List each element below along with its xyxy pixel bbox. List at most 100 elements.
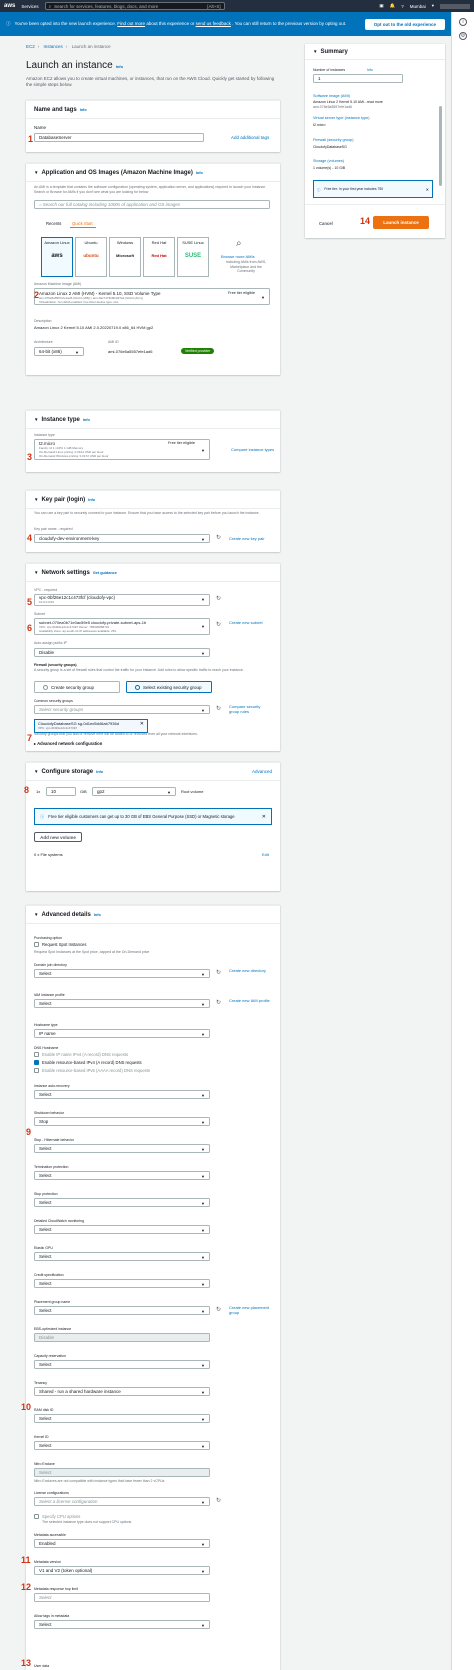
placement-group-select[interactable]: Select ▼ [34,1306,210,1315]
file-systems-edit-link[interactable]: Edit [262,852,269,857]
get-guidance-link[interactable]: Get guidance [93,571,117,575]
advanced-info-link[interactable]: Info [94,913,101,917]
cancel-button[interactable]: Cancel [319,221,333,226]
help-icon[interactable]: ? [401,4,404,9]
number-of-instances-input[interactable]: 1 [313,74,403,83]
license-configuration-select[interactable]: Select a license configuration ▼ [34,1497,210,1506]
ami-tile-ubuntu[interactable]: Ubuntu ubuntu [75,237,107,277]
metadata-accessible-select[interactable]: Enabled ▼ [34,1539,210,1548]
refresh-icon[interactable]: ↻ [216,969,221,976]
architecture-select[interactable]: 64-bit (x86) ▼ [34,347,84,356]
kernel-id-select[interactable]: Select ▼ [34,1441,210,1450]
tenancy-select[interactable]: Shared - run a shared hardware instance ▼ [34,1387,210,1396]
request-spot-checkbox[interactable]: Request Spot Instances [34,942,86,947]
compare-instance-types-link[interactable]: Compare instance types [231,447,274,452]
instance-type-select[interactable]: t2.micro Family: t2 1 vCPU 1 GiB Memory … [34,439,210,460]
summary-info-link[interactable]: Info [367,68,373,72]
refresh-icon[interactable]: ↻ [216,999,221,1006]
ami-tile-suse[interactable]: SUSE Linux SUSE [177,237,209,277]
ami-search-input[interactable]: ⌕ Search our full catalog including 1000… [34,200,270,209]
caret-down-icon[interactable]: ▼ [313,49,317,54]
breadcrumb-instances[interactable]: Instances [44,44,63,49]
region-selector[interactable]: Mumbai [410,4,426,9]
metadata-hop-limit-input[interactable]: Select [34,1593,210,1602]
shutdown-behavior-select[interactable]: Stop ▼ [34,1117,210,1126]
name-input[interactable]: DatabaseServer [34,133,204,142]
notifications-icon[interactable]: 🔔 [390,3,396,9]
cloudshell-icon[interactable]: ▣ [379,3,383,9]
summary-instance-type-link[interactable]: Virtual server type (instance type) [313,116,370,120]
ami-tile-amazon-linux[interactable]: Amazon Linux aws [41,237,73,277]
allow-tags-metadata-select[interactable]: Select ▼ [34,1620,210,1629]
refresh-icon[interactable]: ↻ [216,621,221,628]
create-directory-link[interactable]: Create new directory [229,968,274,973]
elastic-gpu-select[interactable]: Select ▼ [34,1252,210,1261]
domain-join-select[interactable]: Select ▼ [34,969,210,978]
auto-assign-public-ip-select[interactable]: Disable ▼ [34,648,210,657]
launch-instance-button[interactable]: Launch instance [373,216,429,229]
caret-down-icon[interactable]: ▼ [34,497,38,502]
iam-instance-profile-select[interactable]: Select ▼ [34,999,210,1008]
capacity-reservation-select[interactable]: Select ▼ [34,1360,210,1369]
nitro-enclave-select[interactable]: Select [34,1468,210,1477]
ami-tile-windows[interactable]: Windows Microsoft [109,237,141,277]
global-search-input[interactable]: ⌕ Search for services, features, blogs, … [44,2,225,10]
close-icon[interactable]: ✕ [426,187,429,192]
remove-token-icon[interactable]: ✕ [140,722,144,727]
caret-down-icon[interactable]: ▼ [34,170,38,175]
select-existing-security-group-option[interactable]: Select existing security group [126,681,212,693]
ram-disk-select[interactable]: Select ▼ [34,1414,210,1423]
browse-more-amis-link[interactable]: Browse more AMIs [221,254,255,259]
name-tags-info-link[interactable]: Info [80,108,87,112]
services-menu[interactable]: Services [21,4,38,9]
send-feedback-link[interactable]: send us feedback [196,21,231,26]
volume-type-select[interactable]: gp2 ▼ [92,787,176,796]
instance-type-info-link[interactable]: Info [83,418,90,422]
specify-cpu-options-checkbox[interactable]: Specify CPU options [34,1514,80,1519]
compare-security-group-rules-link[interactable]: Compare security group rules [229,704,269,714]
ami-select[interactable]: Amazon Linux 2 AMI (HVM) - Kernel 5.10, … [34,288,270,305]
stop-protection-select[interactable]: Select ▼ [34,1198,210,1207]
dns-ip-name-checkbox[interactable]: Enable IP name IPv4 (A record) DNS reque… [34,1052,128,1057]
summary-firewall-link[interactable]: Firewall (security group) [313,138,354,142]
caret-down-icon[interactable]: ▼ [34,912,38,917]
page-info-link[interactable]: Info [116,64,123,69]
auto-recovery-select[interactable]: Select ▼ [34,1090,210,1099]
summary-scrollbar[interactable] [439,106,442,186]
account-menu[interactable] [440,3,470,9]
dns-resource-ipv6-checkbox[interactable]: Enable resource-based IPv6 (AAAA record)… [34,1068,150,1073]
add-new-volume-button[interactable]: Add new volume [34,832,82,842]
refresh-icon[interactable]: ↻ [216,1306,221,1313]
create-placement-group-link[interactable]: Create new placement group [229,1305,274,1315]
create-key-pair-link[interactable]: Create new key pair [229,536,265,541]
close-icon[interactable]: ✕ [262,814,266,820]
refresh-icon[interactable]: ↻ [216,595,221,602]
key-pair-info-link[interactable]: Info [88,498,95,502]
metadata-version-select[interactable]: V1 and V2 (token optional) ▼ [34,1566,210,1575]
settings-icon[interactable]: ⚙ [459,32,467,40]
create-iam-profile-link[interactable]: Create new IAM profile [229,998,274,1003]
caret-down-icon[interactable]: ▼ [34,570,38,575]
tab-quick-start[interactable]: Quick Start [72,221,93,226]
hostname-type-select[interactable]: IP name ▼ [34,1029,210,1038]
caret-down-icon[interactable]: ▼ [34,417,38,422]
info-panel-icon[interactable]: i [459,18,467,26]
refresh-icon[interactable]: ↻ [216,705,221,712]
dns-resource-ipv4-checkbox[interactable]: Enable resource-based IPv4 (A record) DN… [34,1060,142,1065]
key-pair-select[interactable]: cloudofy-dev-environment-key ▼ [34,534,210,543]
storage-advanced-link[interactable]: Advanced [252,769,272,774]
ami-info-link[interactable]: Info [196,171,203,175]
credit-specification-select[interactable]: Select ▼ [34,1279,210,1288]
refresh-icon[interactable]: ↻ [216,1497,221,1504]
ami-tile-redhat[interactable]: Red Hat Red Hat [143,237,175,277]
subnet-select[interactable]: subnet-070ea0b71e0ac59e5 cloudofy-privat… [34,618,210,635]
add-additional-tags-link[interactable]: Add additional tags [231,135,269,140]
termination-protection-select[interactable]: Select ▼ [34,1171,210,1180]
common-security-groups-select[interactable]: Select security groups ▼ [34,705,210,714]
vpc-select[interactable]: vpc-0bf26e12c1c473fcf (cloudofy-vpc) 10.… [34,594,210,606]
volume-size-input[interactable]: 10 [46,787,76,796]
find-out-more-link[interactable]: Find out more [117,21,145,26]
refresh-icon[interactable]: ↻ [216,534,221,541]
summary-storage-link[interactable]: Storage (volumes) [313,159,344,163]
ebs-optimized-select[interactable]: Disable [34,1333,210,1342]
